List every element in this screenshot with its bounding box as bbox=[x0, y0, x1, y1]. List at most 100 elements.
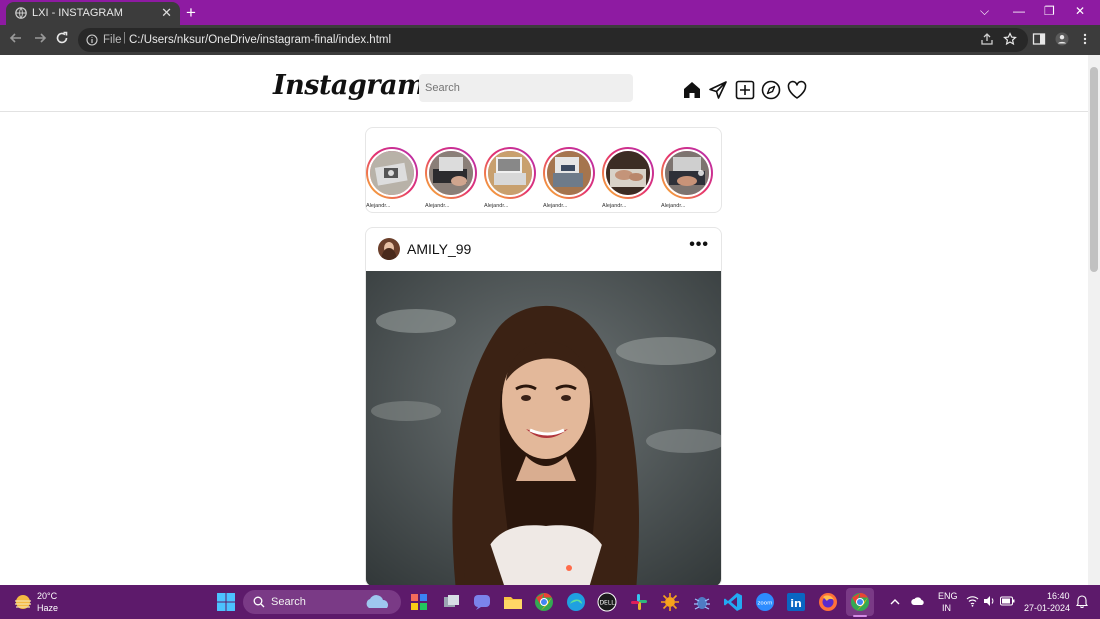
story-item[interactable]: Alejandr... bbox=[543, 147, 595, 209]
story-username: Alejandr... bbox=[366, 203, 391, 209]
heart-icon[interactable] bbox=[786, 79, 808, 101]
bookmark-star-icon[interactable] bbox=[1003, 32, 1017, 46]
page-scrollbar[interactable] bbox=[1088, 55, 1100, 585]
tab-title: LXI - INSTAGRAM bbox=[32, 7, 123, 19]
globe-icon bbox=[15, 7, 27, 19]
taskbar-search[interactable]: Search bbox=[243, 590, 401, 614]
svg-text:zoom: zoom bbox=[758, 601, 773, 607]
side-panel-icon[interactable] bbox=[1032, 32, 1046, 46]
explore-icon[interactable] bbox=[760, 79, 782, 101]
edge-icon[interactable] bbox=[566, 592, 586, 612]
story-username: Alejandr... bbox=[543, 203, 568, 209]
tab-search-icon[interactable]: ⌵ bbox=[980, 4, 989, 19]
minimize-button[interactable]: — bbox=[1013, 4, 1025, 18]
post-image[interactable] bbox=[366, 271, 721, 585]
address-bar[interactable]: File | C:/Users/nksur/OneDrive/instagram… bbox=[78, 28, 1028, 52]
story-item[interactable]: Alejandr... bbox=[602, 147, 654, 209]
browser-tab-strip: LXI - INSTAGRAM ✕ + ⌵ — ❐ ✕ bbox=[0, 0, 1100, 25]
teams-chat-icon[interactable] bbox=[472, 592, 492, 612]
stories-bar: Alejandr... Alejandr... Alejandr... Alej… bbox=[365, 127, 722, 213]
page-viewport: Instagram Alejandr... Alejandr... Alejan… bbox=[0, 55, 1088, 585]
task-view-icon[interactable] bbox=[441, 592, 461, 612]
home-icon[interactable] bbox=[681, 79, 703, 101]
story-thumbnail bbox=[368, 149, 416, 197]
chevron-up-icon[interactable] bbox=[890, 597, 900, 607]
windows-start-icon[interactable] bbox=[216, 592, 236, 612]
address-separator: | bbox=[123, 32, 126, 44]
story-thumbnail bbox=[663, 149, 711, 197]
maximize-button[interactable]: ❐ bbox=[1044, 4, 1055, 18]
zoom-icon[interactable]: zoom bbox=[755, 592, 775, 612]
story-username: Alejandr... bbox=[602, 203, 627, 209]
reload-icon[interactable] bbox=[55, 31, 69, 45]
chrome-active-icon[interactable] bbox=[850, 592, 870, 612]
firefox-icon[interactable] bbox=[818, 592, 838, 612]
vscode-icon[interactable] bbox=[723, 592, 743, 612]
wifi-icon[interactable] bbox=[966, 595, 979, 607]
linkedin-icon[interactable]: in bbox=[786, 592, 806, 612]
instagram-logo[interactable]: Instagram bbox=[273, 70, 426, 101]
dell-icon[interactable]: DELL bbox=[597, 592, 617, 612]
story-ring bbox=[602, 147, 654, 199]
story-username: Alejandr... bbox=[661, 203, 686, 209]
add-post-icon[interactable] bbox=[734, 79, 756, 101]
clock-time[interactable]: 16:40 bbox=[1047, 591, 1070, 601]
weather-description[interactable]: Haze bbox=[37, 603, 58, 613]
language-code[interactable]: ENG bbox=[938, 591, 958, 601]
story-username: Alejandr... bbox=[425, 203, 450, 209]
svg-text:in: in bbox=[790, 597, 802, 610]
post-avatar[interactable] bbox=[378, 238, 400, 260]
windows-taskbar: 20°C Haze Search DELL zoom in ENG IN 16:… bbox=[0, 585, 1100, 619]
share-icon[interactable] bbox=[980, 32, 994, 46]
search-icon bbox=[253, 596, 265, 608]
browser-tab[interactable]: LXI - INSTAGRAM ✕ bbox=[6, 2, 180, 25]
url-text[interactable]: C:/Users/nksur/OneDrive/instagram-final/… bbox=[129, 34, 391, 46]
story-username: Alejandr... bbox=[484, 203, 509, 209]
story-thumbnail bbox=[486, 149, 534, 197]
weather-temperature[interactable]: 20°C bbox=[37, 591, 57, 601]
widgets-app-icon[interactable] bbox=[409, 592, 429, 612]
language-region[interactable]: IN bbox=[942, 603, 951, 613]
bug-app-icon[interactable] bbox=[692, 592, 712, 612]
settings-sun-icon[interactable] bbox=[660, 592, 680, 612]
back-icon[interactable] bbox=[9, 31, 23, 45]
post-card: AMILY_99 ••• bbox=[365, 227, 722, 585]
weather-icon[interactable] bbox=[13, 593, 33, 611]
clock-date[interactable]: 27-01-2024 bbox=[1024, 603, 1070, 613]
profile-icon[interactable] bbox=[1055, 32, 1069, 46]
story-item[interactable]: Alejandr... bbox=[484, 147, 536, 209]
notification-bell-icon[interactable] bbox=[1076, 594, 1088, 608]
story-thumbnail bbox=[545, 149, 593, 197]
story-ring bbox=[543, 147, 595, 199]
story-ring bbox=[366, 147, 418, 199]
file-explorer-icon[interactable] bbox=[503, 592, 523, 612]
scrollbar-thumb[interactable] bbox=[1090, 67, 1098, 272]
close-tab-icon[interactable]: ✕ bbox=[161, 5, 172, 21]
browser-toolbar: File | C:/Users/nksur/OneDrive/instagram… bbox=[0, 25, 1100, 55]
battery-icon[interactable] bbox=[1000, 596, 1015, 606]
story-thumbnail bbox=[604, 149, 652, 197]
file-scheme-label: File bbox=[103, 34, 122, 46]
story-thumbnail bbox=[427, 149, 475, 197]
cloud-icon bbox=[366, 595, 388, 608]
instagram-header: Instagram bbox=[0, 55, 1088, 112]
new-tab-button[interactable]: + bbox=[186, 3, 196, 23]
chrome-icon[interactable] bbox=[534, 592, 554, 612]
active-app-indicator bbox=[853, 615, 867, 617]
story-item[interactable]: Alejandr... bbox=[661, 147, 713, 209]
send-icon[interactable] bbox=[707, 79, 729, 101]
slack-icon[interactable] bbox=[629, 592, 649, 612]
onedrive-icon[interactable] bbox=[911, 596, 925, 606]
close-window-button[interactable]: ✕ bbox=[1075, 4, 1085, 18]
search-input[interactable] bbox=[419, 74, 633, 102]
story-item[interactable]: Alejandr... bbox=[366, 147, 418, 209]
forward-icon[interactable] bbox=[33, 31, 47, 45]
story-ring bbox=[484, 147, 536, 199]
story-item[interactable]: Alejandr... bbox=[425, 147, 477, 209]
kebab-menu-icon[interactable] bbox=[1078, 32, 1092, 46]
post-options-icon[interactable]: ••• bbox=[689, 236, 709, 254]
info-icon[interactable] bbox=[86, 34, 98, 46]
volume-icon[interactable] bbox=[983, 595, 995, 607]
post-username[interactable]: AMILY_99 bbox=[407, 241, 471, 257]
svg-text:DELL: DELL bbox=[599, 600, 615, 607]
